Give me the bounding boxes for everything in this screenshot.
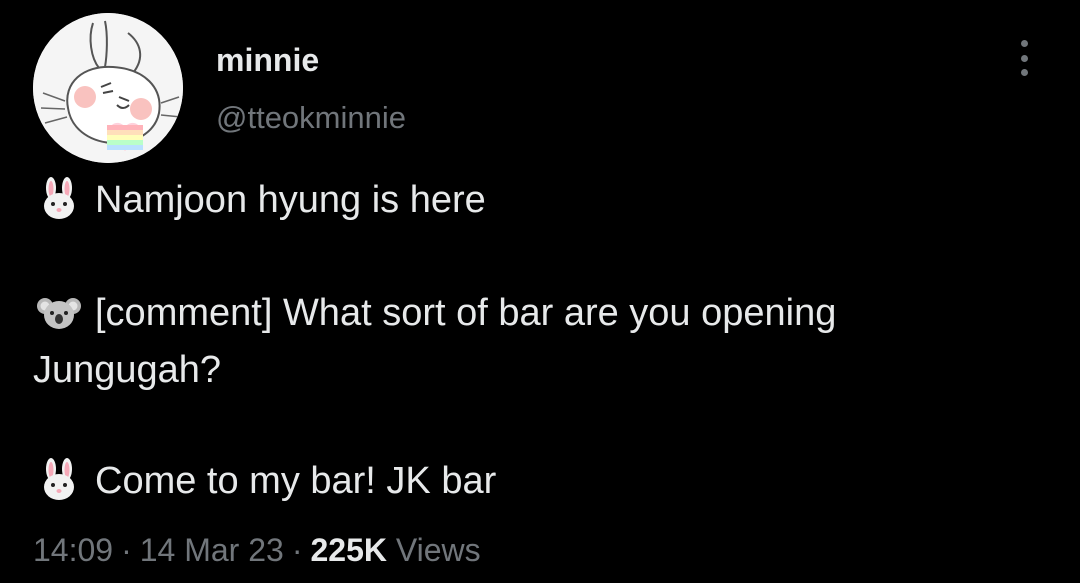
tweet-time[interactable]: 14:09 [33, 532, 113, 568]
tweet: minnie @tteokminnie Namjoon hyung is her… [0, 0, 1080, 583]
tweet-text: Namjoon hyung is here [95, 179, 486, 221]
koala-face-icon [37, 290, 81, 334]
more-dot-icon [1020, 69, 1028, 76]
more-options-button[interactable] [1006, 38, 1042, 78]
tweet-date[interactable]: 14 Mar 23 [140, 532, 284, 568]
tweet-text: [comment] What sort of bar are you openi… [95, 292, 837, 334]
tweet-meta: 14:09 · 14 Mar 23 · 225K Views [33, 530, 481, 570]
avatar[interactable] [33, 13, 183, 163]
more-dot-icon [1020, 40, 1028, 47]
rabbit-face-icon [37, 457, 81, 502]
bunny-avatar-image [33, 13, 183, 163]
tweet-text-line: Jungugah? [33, 348, 221, 392]
tweet-text-line: Namjoon hyung is here [37, 176, 486, 224]
tweet-text-line: [comment] What sort of bar are you openi… [37, 291, 836, 337]
more-dot-icon [1020, 54, 1028, 62]
tweet-text: Come to my bar! JK bar [95, 460, 497, 502]
tweet-text-line: Come to my bar! JK bar [37, 457, 497, 505]
rabbit-face-icon [37, 176, 81, 221]
author-display-name[interactable]: minnie [216, 42, 319, 79]
views-label[interactable]: Views [396, 532, 481, 568]
tweet-text: Jungugah? [33, 349, 222, 391]
meta-separator: · [291, 532, 303, 568]
views-count[interactable]: 225K [310, 532, 387, 568]
author-handle[interactable]: @tteokminnie [216, 100, 406, 136]
meta-separator: · [121, 532, 132, 568]
